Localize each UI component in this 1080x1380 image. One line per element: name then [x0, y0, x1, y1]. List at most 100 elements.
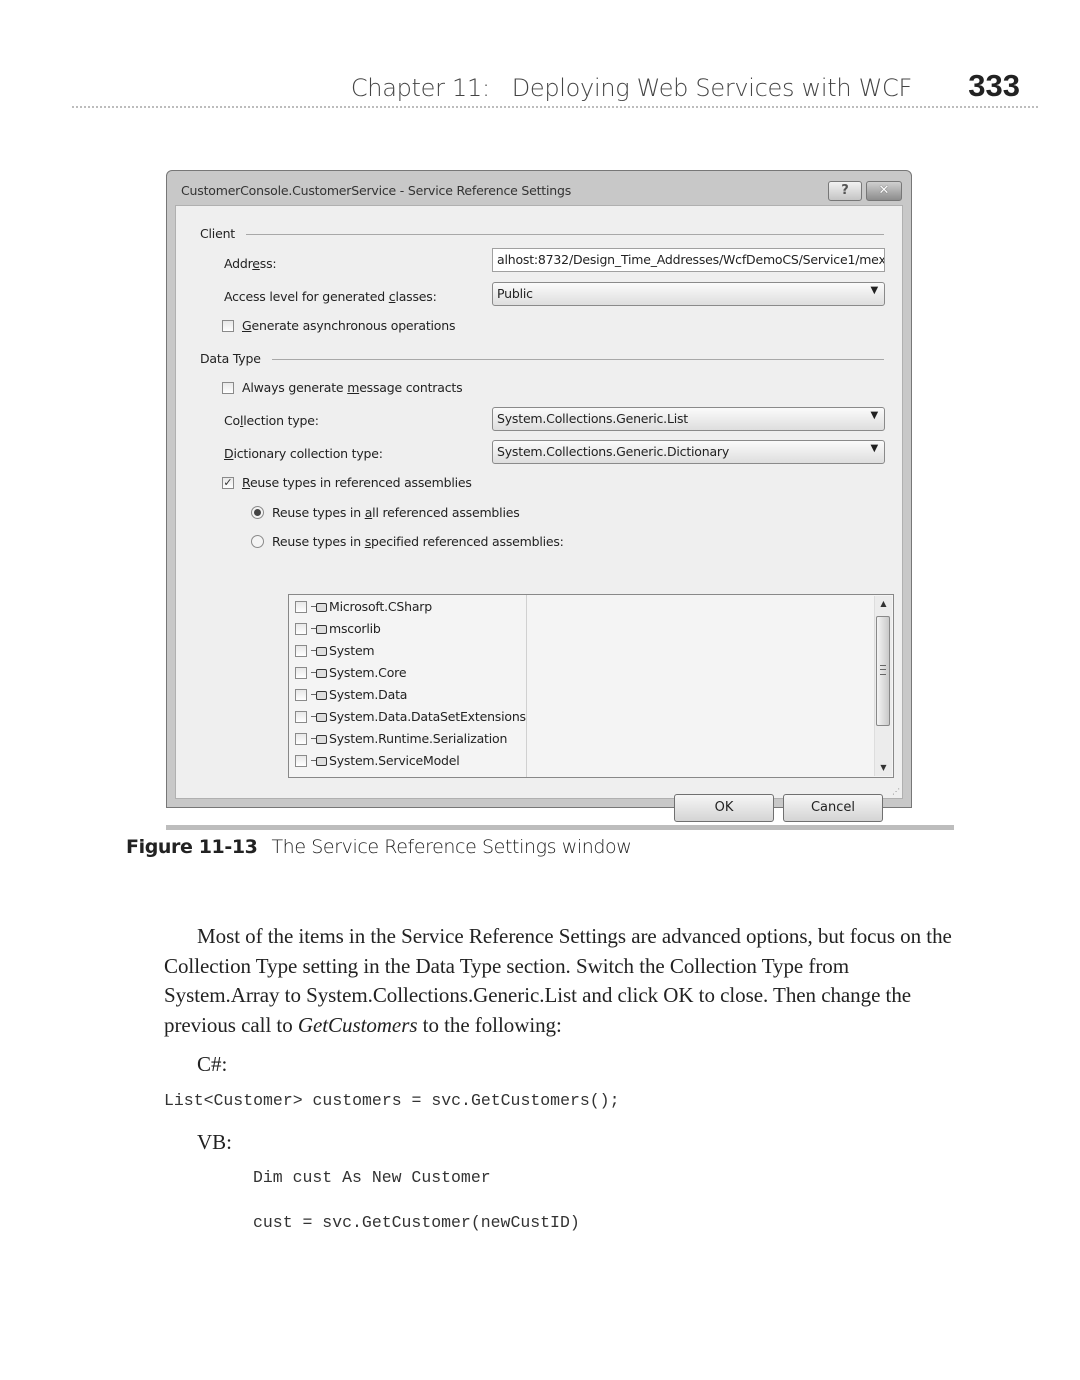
assembly-checkbox[interactable] — [295, 666, 307, 679]
help-button[interactable]: ? — [828, 181, 862, 201]
list-item[interactable]: mscorlib — [295, 620, 381, 640]
csharp-label: C#: — [197, 1052, 228, 1076]
dictionary-type-label: Dictionary collection type: — [224, 446, 383, 461]
address-input[interactable]: alhost:8732/Design_Time_Addresses/WcfDem… — [492, 248, 885, 272]
assembly-checkbox[interactable] — [295, 644, 307, 657]
assembly-name: System.Runtime.Serialization — [329, 731, 508, 746]
assembly-icon — [311, 668, 327, 678]
scrollbar-thumb[interactable] — [876, 616, 890, 726]
access-level-select[interactable]: Public ▼ — [492, 282, 885, 306]
list-item[interactable]: System — [295, 642, 375, 662]
msgcontracts-accel: m — [347, 380, 360, 395]
access-level-value: Public — [497, 286, 533, 301]
data-type-group-label: Data Type — [200, 351, 261, 366]
assembly-icon — [311, 624, 327, 634]
list-scrollbar[interactable]: ▲ ▼ — [874, 596, 892, 776]
assembly-icon — [311, 690, 327, 700]
assembly-name: System.ServiceModel — [329, 753, 460, 768]
collection-label-text: Co — [224, 413, 240, 428]
figure-caption: Figure 11-13 The Service Reference Settin… — [126, 836, 632, 858]
list-item[interactable]: Microsoft.CSharp — [295, 598, 432, 618]
csharp-code: List<Customer> customers = svc.GetCustom… — [164, 1091, 620, 1110]
chevron-down-icon: ▼ — [870, 443, 879, 454]
dictionary-type-value: System.Collections.Generic.Dictionary — [497, 444, 730, 459]
reuse-types-checkbox[interactable]: ✓ — [222, 477, 234, 489]
page-number: 333 — [964, 68, 1024, 104]
client-group-label: Client — [200, 226, 235, 241]
caption-rule — [166, 825, 954, 830]
reuse-specified-radio[interactable] — [251, 535, 264, 548]
paragraph-emphasis: GetCustomers — [297, 1012, 418, 1037]
reuse-types-label: Reuse types in referenced assemblies — [242, 475, 472, 490]
collection-type-select[interactable]: System.Collections.Generic.List ▼ — [492, 407, 885, 431]
assembly-name: mscorlib — [329, 621, 381, 636]
assembly-checkbox[interactable] — [295, 710, 307, 723]
address-label-accel: e — [252, 256, 260, 271]
dictionary-type-select[interactable]: System.Collections.Generic.Dictionary ▼ — [492, 440, 885, 464]
assembly-icon — [311, 712, 327, 722]
dictionary-label-text: ictionary collection type: — [233, 446, 383, 461]
list-item[interactable]: System.ServiceModel — [295, 752, 460, 772]
body-paragraph: Most of the items in the Service Referen… — [164, 922, 954, 1040]
assembly-name: Microsoft.CSharp — [329, 599, 432, 614]
dialog-title: CustomerConsole.CustomerService - Servic… — [181, 183, 572, 198]
message-contracts-label: Always generate message contracts — [242, 380, 463, 395]
list-item[interactable]: System.Runtime.Serialization — [295, 730, 507, 750]
assembly-icon — [311, 646, 327, 656]
access-level-label: Access level for generated classes: — [224, 289, 437, 304]
reuse-all-radio[interactable] — [251, 506, 264, 519]
assembly-name: System — [329, 643, 375, 658]
reuse-specified-text2: pecified referenced assemblies: — [371, 534, 564, 549]
reuse-label-accel: R — [242, 475, 250, 490]
chevron-down-icon: ▼ — [870, 285, 879, 296]
scroll-up-icon[interactable]: ▲ — [875, 596, 892, 612]
async-label-text: enerate asynchronous operations — [251, 318, 456, 333]
cancel-button[interactable]: Cancel — [783, 794, 883, 822]
async-label-accel: G — [242, 318, 252, 333]
list-item[interactable]: System.Data.DataSetExtensions — [295, 708, 526, 728]
reuse-all-label: Reuse types in all referenced assemblies — [272, 505, 520, 520]
reuse-specified-label: Reuse types in specified referenced asse… — [272, 534, 564, 549]
figure-caption-text: The Service Reference Settings window — [271, 836, 632, 858]
reuse-specified-text: Reuse types in — [272, 534, 365, 549]
assembly-icon — [311, 756, 327, 766]
msgcontracts-text2: essage contracts — [359, 380, 463, 395]
client-group-divider — [246, 234, 884, 235]
vb-code-line-2: cust = svc.GetCustomer(newCustID) — [253, 1213, 580, 1232]
assembly-checkbox[interactable] — [295, 754, 307, 767]
close-button[interactable]: ✕ — [866, 181, 902, 201]
access-label-text: Access level for generated — [224, 289, 389, 304]
resize-grip-icon[interactable]: ⋰ — [892, 787, 900, 796]
assembly-name: System.Data — [329, 687, 408, 702]
list-item[interactable]: System.Core — [295, 664, 407, 684]
collection-label-text2: lection type: — [243, 413, 319, 428]
message-contracts-checkbox[interactable] — [222, 382, 234, 394]
assembly-checkbox[interactable] — [295, 600, 307, 613]
dialog-client-area: Client Address: alhost:8732/Design_Time_… — [175, 205, 903, 822]
ok-button[interactable]: OK — [674, 794, 774, 822]
checkmark-icon: ✓ — [223, 476, 233, 489]
assembly-checkbox[interactable] — [295, 688, 307, 701]
async-checkbox[interactable] — [222, 320, 234, 332]
assembly-checkbox[interactable] — [295, 732, 307, 745]
assemblies-list[interactable]: Microsoft.CSharp mscorlib System System.… — [288, 594, 894, 778]
assembly-checkbox[interactable] — [295, 622, 307, 635]
address-label-text: Addr — [224, 256, 253, 271]
collection-type-value: System.Collections.Generic.List — [497, 411, 688, 426]
address-label-text2: ss: — [259, 256, 277, 271]
vb-label: VB: — [197, 1130, 233, 1154]
reuse-all-text2: ll referenced assemblies — [372, 505, 520, 520]
collection-type-label: Collection type: — [224, 413, 319, 428]
chevron-down-icon: ▼ — [870, 410, 879, 421]
access-label-text2: lasses: — [395, 289, 437, 304]
scroll-down-icon[interactable]: ▼ — [875, 760, 892, 776]
reuse-all-text: Reuse types in — [272, 505, 365, 520]
paragraph-text-end: to the following: — [417, 1012, 562, 1037]
assembly-name: System.Core — [329, 665, 407, 680]
service-reference-settings-dialog: CustomerConsole.CustomerService - Servic… — [166, 170, 912, 822]
assembly-icon — [311, 602, 327, 612]
assembly-name: System.Data.DataSetExtensions — [329, 709, 526, 724]
assembly-icon — [311, 734, 327, 744]
list-item[interactable]: System.Data — [295, 686, 407, 706]
figure-number: Figure 11-13 — [126, 836, 258, 858]
